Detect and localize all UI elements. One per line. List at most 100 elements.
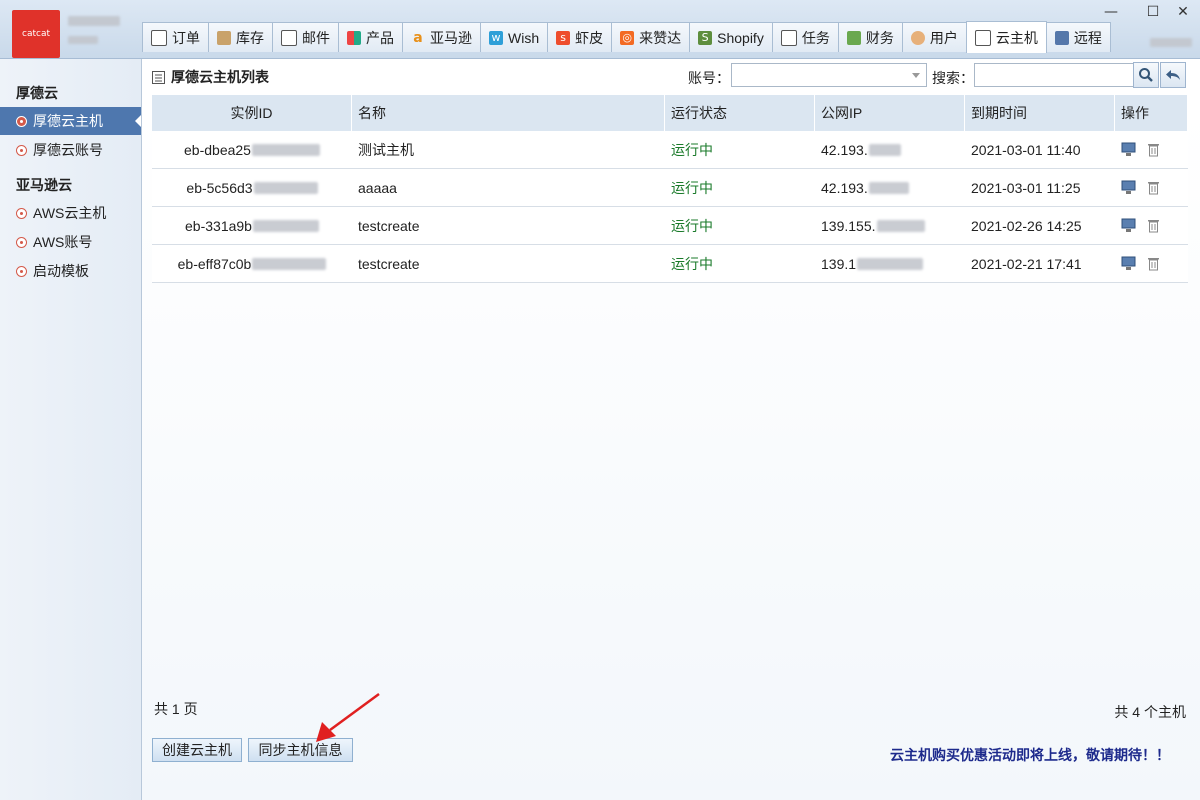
title-bar: catcat — ☐ ✕ 订单 库存 邮件 产品 a 亚马逊 w Wish s 虾皮 … — [0, 0, 1200, 59]
trash-icon[interactable] — [1146, 256, 1161, 271]
column-header-actions: 操作 — [1115, 95, 1188, 131]
search-input[interactable] — [974, 63, 1134, 87]
tab-products[interactable]: 产品 — [338, 22, 403, 52]
tab-label: 产品 — [366, 29, 394, 46]
trash-icon[interactable] — [1146, 218, 1161, 233]
tab-label: 来赞达 — [639, 29, 682, 46]
trash-icon[interactable] — [1146, 180, 1161, 195]
remote-desktop-icon[interactable] — [1121, 256, 1136, 271]
column-header-expire[interactable]: 到期时间 — [965, 95, 1115, 131]
sidebar-group-houdeyun: 厚德云 — [16, 85, 58, 101]
sidebar-item-houdeyun-account[interactable]: 厚德云账号 — [0, 136, 141, 164]
instance-id-text: eb-eff87c0b — [177, 255, 252, 272]
circle-dot-icon — [16, 207, 27, 219]
tab-label: 虾皮 — [575, 29, 604, 46]
sidebar-item-label: AWS账号 — [33, 234, 93, 250]
tab-inventory[interactable]: 库存 — [208, 22, 273, 52]
column-header-ip[interactable]: 公网IP — [815, 95, 965, 131]
user-icon — [910, 30, 925, 45]
cell-name: aaaaa — [358, 179, 397, 196]
sidebar-item-launch-template[interactable]: 启动模板 — [0, 257, 141, 285]
shopee-icon: s — [556, 30, 571, 45]
column-header-name[interactable]: 名称 — [352, 95, 665, 131]
redacted-mask — [876, 219, 925, 232]
tab-lazada[interactable]: ◎ 来赞达 — [611, 22, 691, 52]
remote-desktop-icon[interactable] — [1121, 180, 1136, 195]
sync-host-info-button[interactable]: 同步主机信息 — [248, 738, 353, 762]
account-select[interactable] — [731, 63, 927, 87]
tab-shopify[interactable]: S Shopify — [689, 22, 773, 52]
table-row[interactable]: eb-dbea25 测试主机 运行中 42.193. 2021-03-01 11… — [152, 131, 1188, 169]
cell-expire: 2021-02-26 14:25 — [971, 217, 1082, 234]
tab-cloud-host[interactable]: 云主机 — [965, 21, 1047, 53]
redacted-mask — [252, 257, 327, 270]
tab-users[interactable]: 用户 — [901, 22, 967, 52]
close-button[interactable]: ✕ — [1170, 2, 1196, 22]
page-count: 共 1 页 — [154, 701, 198, 717]
remote-desktop-icon[interactable] — [1121, 142, 1136, 157]
table-row[interactable]: eb-eff87c0b testcreate 运行中 139.1 2021-02… — [152, 245, 1188, 283]
page-title: 厚德云主机列表 — [152, 67, 269, 87]
cell-name: 测试主机 — [358, 141, 414, 158]
minimize-button[interactable]: — — [1098, 2, 1124, 22]
redacted-mask — [868, 143, 901, 156]
redacted-mask — [251, 143, 320, 156]
main-panel: 厚德云主机列表 账号： 搜索： 实例ID 名称 运行状态 公网IP 到期时间 操… — [142, 59, 1200, 800]
column-header-status[interactable]: 运行状态 — [665, 95, 815, 131]
tab-mail[interactable]: 邮件 — [272, 22, 339, 52]
tab-label: 用户 — [929, 29, 958, 46]
tab-label: 库存 — [236, 29, 264, 46]
column-header-instance-id[interactable]: 实例ID — [152, 95, 352, 131]
cell-expire: 2021-02-21 17:41 — [971, 255, 1082, 272]
trash-icon[interactable] — [1146, 142, 1161, 157]
sidebar-item-label: AWS云主机 — [33, 205, 107, 221]
account-label: 账号： — [688, 70, 730, 86]
table-row[interactable]: eb-331a9b testcreate 运行中 139.155. 2021-0… — [152, 207, 1188, 245]
tab-shopee[interactable]: s 虾皮 — [547, 22, 613, 52]
search-button[interactable] — [1133, 62, 1159, 88]
table-row[interactable]: eb-5c56d3 aaaaa 运行中 42.193. 2021-03-01 1… — [152, 169, 1188, 207]
tab-wish[interactable]: w Wish — [480, 22, 549, 52]
tab-label: 任务 — [801, 29, 830, 46]
instance-id-text: eb-331a9b — [185, 217, 252, 234]
tab-label: 亚马逊 — [430, 29, 472, 46]
sidebar-item-aws-account[interactable]: AWS账号 — [0, 228, 141, 256]
sidebar-item-label: 启动模板 — [33, 263, 89, 279]
circle-dot-icon — [16, 144, 27, 156]
blurred-user-info-2 — [68, 36, 98, 44]
undo-arrow-icon — [1166, 70, 1180, 80]
host-count: 共 4 个主机 — [1114, 704, 1186, 720]
amazon-icon: a — [413, 29, 423, 46]
sidebar-item-label: 厚德云账号 — [33, 142, 103, 158]
task-icon — [780, 29, 797, 46]
ip-text: 139.155. — [821, 217, 876, 234]
redacted-mask — [868, 181, 909, 194]
sidebar: 厚德云 厚德云主机 厚德云账号 亚马逊云 AWS云主机 AWS账号 启动模板 — [0, 59, 142, 800]
ip-text: 139.1 — [821, 255, 857, 272]
tab-orders[interactable]: 订单 — [142, 22, 209, 52]
cell-status: 运行中 — [671, 255, 713, 272]
table-header: 实例ID 名称 运行状态 公网IP 到期时间 操作 — [152, 95, 1188, 131]
module-tabs: 订单 库存 邮件 产品 a 亚马逊 w Wish s 虾皮 ◎ 来赞达 S Shopify… — [142, 21, 1111, 53]
tab-label: Wish — [508, 29, 540, 46]
create-host-button[interactable]: 创建云主机 — [152, 738, 242, 762]
list-icon — [152, 70, 165, 84]
search-icon — [1139, 68, 1153, 82]
cell-name: testcreate — [358, 217, 420, 234]
sidebar-item-houdeyun-host[interactable]: 厚德云主机 — [0, 107, 141, 135]
tab-remote[interactable]: 远程 — [1045, 22, 1111, 52]
logo-text: catcat — [22, 29, 50, 39]
remote-desktop-icon[interactable] — [1121, 218, 1136, 233]
money-icon — [846, 30, 861, 45]
tab-tasks[interactable]: 任务 — [771, 22, 839, 52]
app-logo: catcat — [12, 10, 60, 58]
reset-button[interactable] — [1160, 62, 1186, 88]
chevron-down-icon — [912, 73, 920, 78]
maximize-button[interactable]: ☐ — [1140, 2, 1166, 22]
tab-finance[interactable]: 财务 — [837, 22, 903, 52]
cell-actions — [1115, 207, 1188, 244]
tab-amazon[interactable]: a 亚马逊 — [402, 22, 481, 52]
search-label: 搜索： — [932, 70, 974, 86]
shopify-icon: S — [698, 30, 713, 45]
sidebar-item-aws-host[interactable]: AWS云主机 — [0, 199, 141, 227]
